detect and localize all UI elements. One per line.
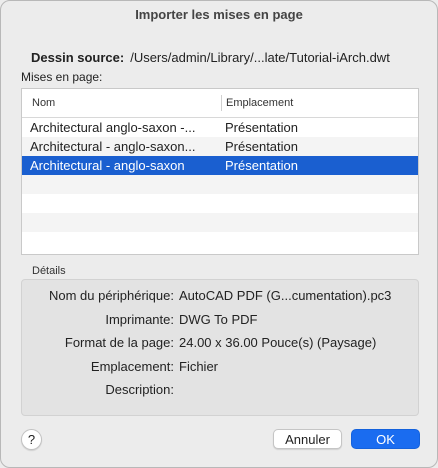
source-drawing-row: Dessin source: /Users/admin/Library/...la… bbox=[31, 50, 390, 65]
detail-key: Emplacement: bbox=[90, 359, 174, 374]
detail-key: Format de la page: bbox=[64, 335, 174, 350]
dialog-title: Importer les mises en page bbox=[135, 7, 303, 22]
detail-key: Nom du périphérique: bbox=[48, 288, 174, 303]
details-label: Détails bbox=[32, 265, 66, 277]
detail-key: Imprimante: bbox=[105, 312, 174, 327]
detail-key: Description: bbox=[105, 382, 174, 397]
row-location: Présentation bbox=[225, 139, 298, 154]
empty-row bbox=[22, 232, 418, 251]
row-location: Présentation bbox=[225, 120, 298, 135]
row-name: Architectural anglo-saxon -... bbox=[30, 120, 196, 135]
column-header-name[interactable]: Nom bbox=[32, 97, 55, 109]
detail-value: AutoCAD PDF (G...cumentation).pc3 bbox=[179, 288, 392, 303]
import-layouts-dialog: Importer les mises en page Dessin source… bbox=[0, 0, 438, 468]
table-header: Nom Emplacement bbox=[22, 89, 418, 118]
table-row[interactable]: Architectural - anglo-saxon... Présentat… bbox=[22, 137, 418, 156]
detail-value: 24.00 x 36.00 Pouce(s) (Paysage) bbox=[179, 335, 377, 350]
detail-value: DWG To PDF bbox=[179, 312, 258, 327]
layouts-label: Mises en page: bbox=[21, 70, 103, 84]
details-panel: Nom du périphérique: AutoCAD PDF (G...cu… bbox=[21, 279, 419, 416]
detail-value: Fichier bbox=[179, 359, 219, 374]
column-header-location[interactable]: Emplacement bbox=[226, 97, 293, 109]
row-name: Architectural - anglo-saxon bbox=[30, 158, 185, 173]
empty-row bbox=[22, 175, 418, 194]
row-location: Présentation bbox=[225, 158, 298, 173]
empty-row bbox=[22, 213, 418, 232]
table-row-selected[interactable]: Architectural - anglo-saxon Présentation bbox=[22, 156, 418, 175]
layouts-table[interactable]: Nom Emplacement Architectural anglo-saxo… bbox=[21, 88, 419, 255]
row-name: Architectural - anglo-saxon... bbox=[30, 139, 196, 154]
source-drawing-label: Dessin source: bbox=[31, 50, 125, 65]
cancel-button[interactable]: Annuler bbox=[273, 429, 342, 449]
column-divider bbox=[221, 95, 222, 111]
ok-button[interactable]: OK bbox=[351, 429, 420, 449]
help-button[interactable]: ? bbox=[21, 429, 42, 450]
table-row[interactable]: Architectural anglo-saxon -... Présentat… bbox=[22, 118, 418, 137]
source-drawing-path: /Users/admin/Library/...late/Tutorial-iA… bbox=[130, 50, 390, 65]
empty-row bbox=[22, 194, 418, 213]
